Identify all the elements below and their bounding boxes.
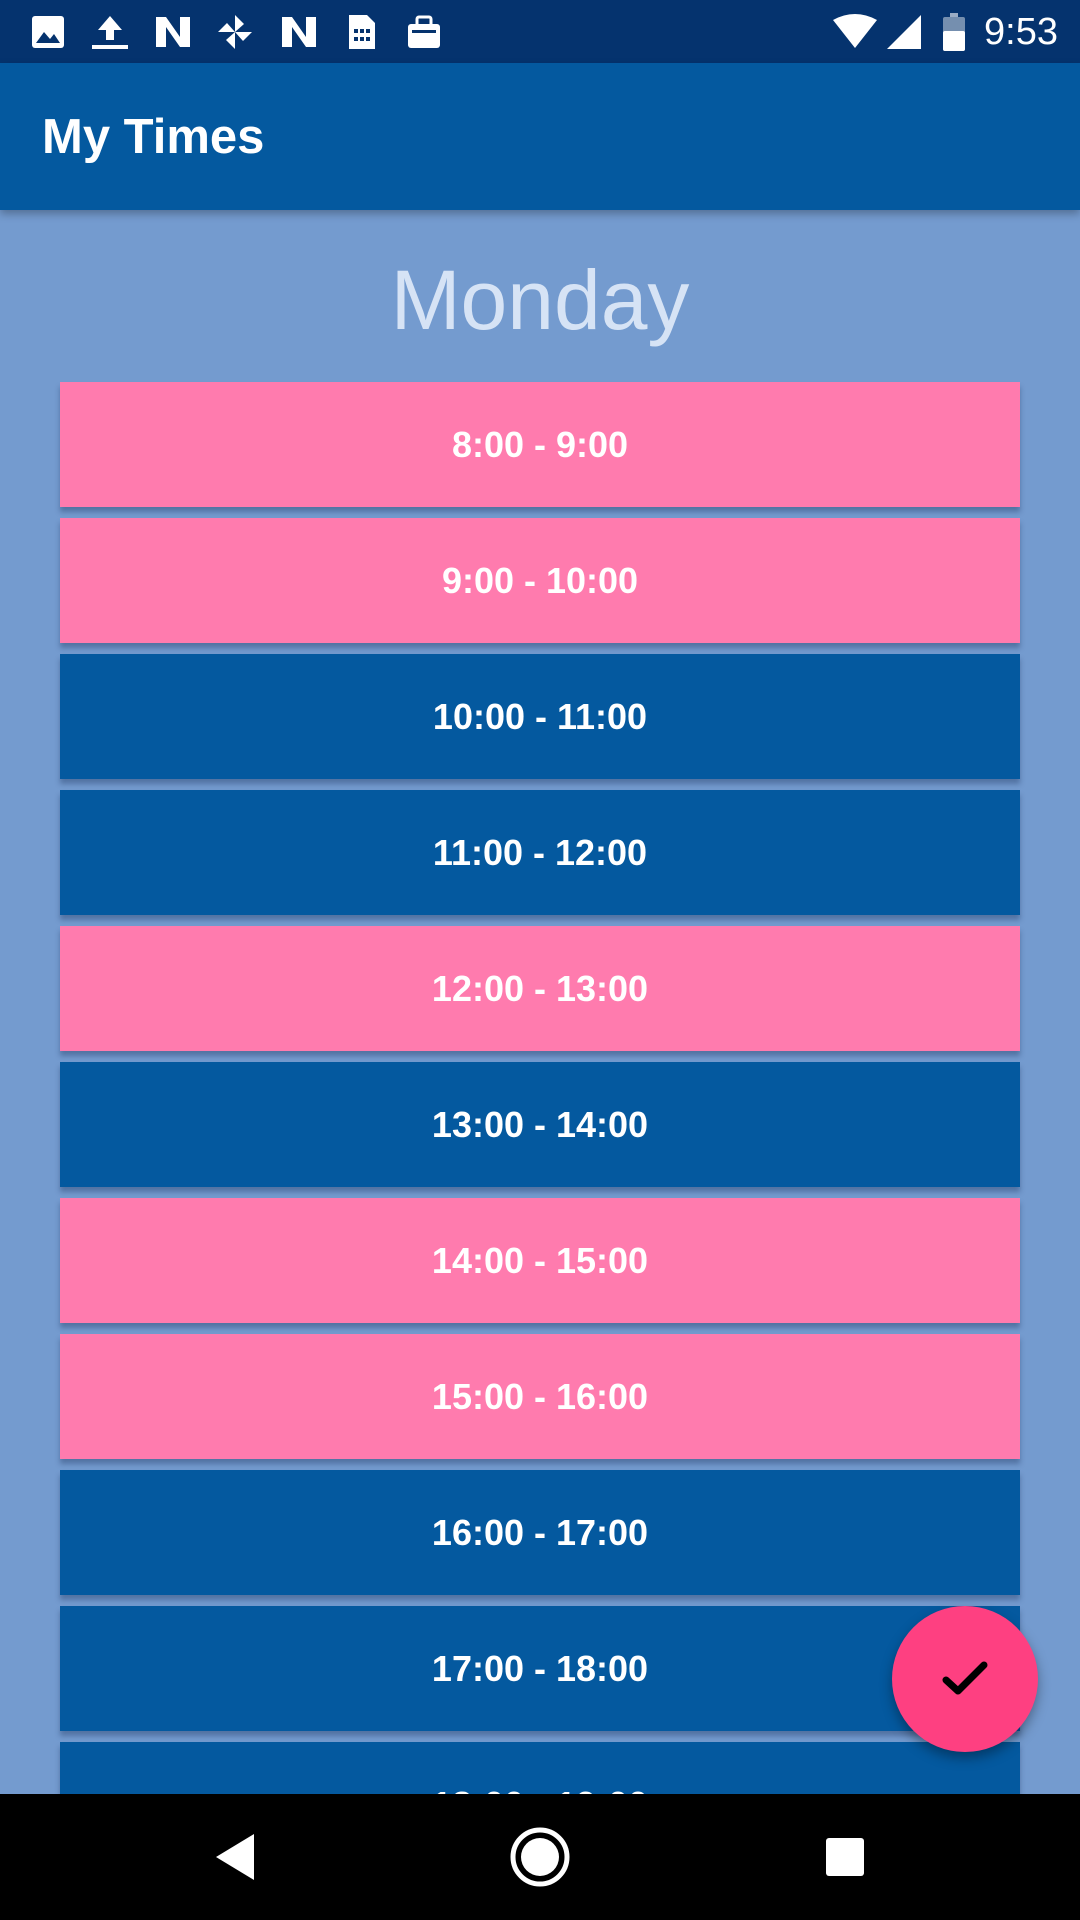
app-bar: My Times [0,63,1080,210]
confirm-fab-button[interactable] [892,1606,1038,1752]
recents-button[interactable] [810,1822,880,1892]
time-slot-item[interactable]: 15:00 - 16:00 [60,1334,1020,1459]
time-slot-item[interactable]: 16:00 - 17:00 [60,1470,1020,1595]
time-slot-label: 13:00 - 14:00 [431,1103,649,1145]
times-list-container[interactable]: Monday 8:00 - 9:00 9:00 - 10:00 10:00 - 11… [0,210,1080,1794]
image-icon [28,14,68,50]
back-button[interactable] [200,1822,270,1892]
time-slot-item[interactable]: 18:00 - 19:00 [60,1742,1020,1794]
check-icon [942,1661,988,1695]
time-slot-label: 14:00 - 15:00 [431,1239,649,1281]
status-bar: 9:53 [0,0,1080,63]
navigation-bar [0,1794,1080,1920]
briefcase-icon [402,14,446,50]
time-slot-item[interactable]: 8:00 - 9:00 [60,382,1020,507]
time-slot-item[interactable]: 10:00 - 11:00 [60,654,1020,779]
time-slot-item[interactable]: 17:00 - 18:00 [60,1606,1020,1731]
time-slot-label: 9:00 - 10:00 [441,559,639,601]
time-slot-label: 10:00 - 11:00 [432,695,648,737]
time-slot-item[interactable]: 11:00 - 12:00 [60,790,1020,915]
time-slot-item[interactable]: 12:00 - 13:00 [60,926,1020,1051]
time-slot-label: 17:00 - 18:00 [431,1647,649,1689]
time-slot-item[interactable]: 13:00 - 14:00 [60,1062,1020,1187]
day-title: Monday [390,253,690,347]
battery-icon [940,13,968,51]
n-app-icon [152,14,194,50]
pinwheel-icon [214,14,256,50]
time-slot-label: 16:00 - 17:00 [431,1511,649,1553]
n-app-icon [278,14,320,50]
time-slot-item[interactable]: 14:00 - 15:00 [60,1198,1020,1323]
time-slot-label: 12:00 - 13:00 [431,967,649,1009]
back-icon [216,1834,254,1880]
time-slot-label: 15:00 - 16:00 [431,1375,649,1417]
home-icon [510,1827,570,1887]
upload-icon [88,14,132,50]
sim-icon [344,14,380,50]
time-slot-label: 8:00 - 9:00 [451,423,629,465]
time-slot-label: 18:00 - 19:00 [432,1784,648,1795]
page-title: My Times [42,110,265,164]
status-time: 9:53 [984,11,1058,53]
wifi-icon [830,14,880,50]
time-slot-item[interactable]: 9:00 - 10:00 [60,518,1020,643]
recents-icon [826,1838,864,1876]
home-button[interactable] [505,1822,575,1892]
signal-icon [884,14,924,50]
time-slot-label: 11:00 - 12:00 [432,831,648,873]
